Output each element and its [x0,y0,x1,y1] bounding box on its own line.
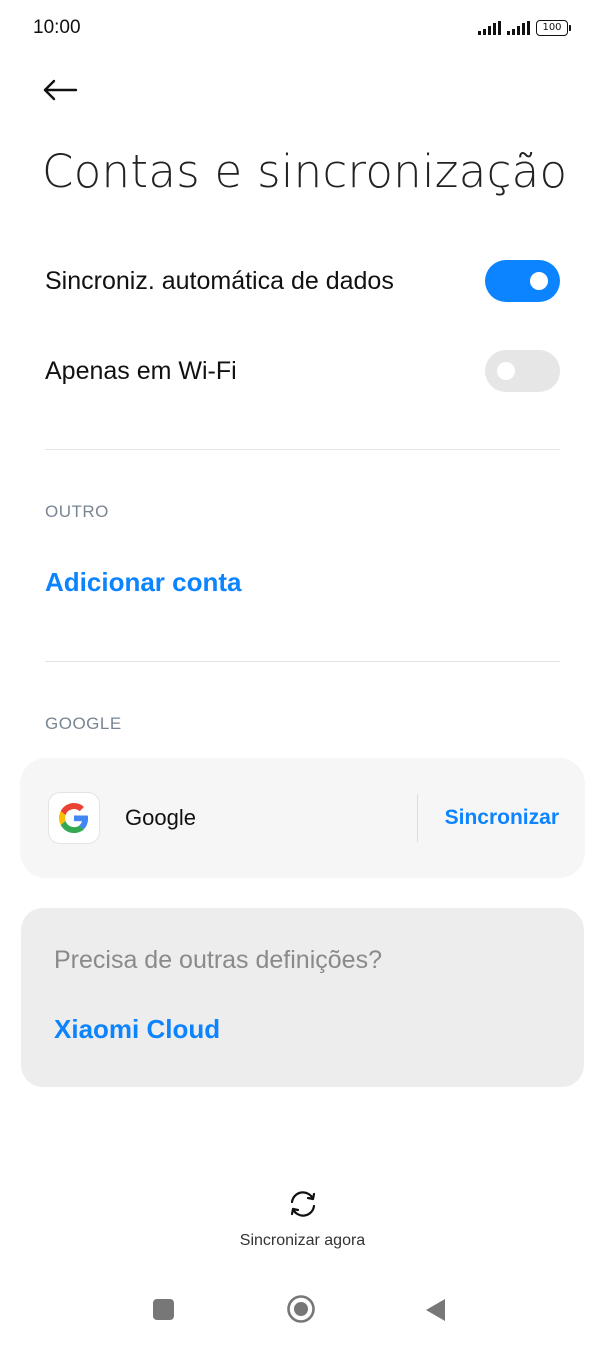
divider [45,661,560,662]
back-button[interactable] [40,72,80,112]
wifi-only-toggle[interactable] [485,350,560,392]
help-text: Precisa de outras definições? [54,946,382,974]
help-card: Precisa de outras definições? Xiaomi Clo… [21,908,584,1087]
card-separator [417,794,418,842]
signal-icon [478,21,501,35]
back-nav-button[interactable] [424,1297,446,1323]
home-button[interactable] [286,1294,316,1324]
wifi-only-row[interactable]: Apenas em Wi-Fi [45,350,560,392]
recents-button[interactable] [153,1299,174,1320]
add-account-link[interactable]: Adicionar conta [45,567,241,598]
sync-icon [290,1191,315,1217]
status-time: 10:00 [33,17,81,38]
auto-sync-row[interactable]: Sincroniz. automática de dados [45,260,560,302]
auto-sync-label: Sincroniz. automática de dados [45,266,394,295]
signal-icon-2 [507,21,530,35]
divider [45,449,560,450]
sync-now-label: Sincronizar agora [239,1232,366,1249]
auto-sync-toggle[interactable] [485,260,560,302]
sync-google-button[interactable]: Sincronizar [445,806,559,830]
battery-icon: 100 [536,20,571,36]
xiaomi-cloud-link[interactable]: Xiaomi Cloud [54,1014,220,1045]
wifi-only-label: Apenas em Wi-Fi [45,356,237,385]
section-header-google: GOOGLE [45,714,122,733]
section-header-other: OUTRO [45,502,109,521]
navigation-bar [0,1280,605,1340]
google-logo-icon [48,792,100,844]
arrow-left-icon [43,79,78,101]
sync-now-button[interactable]: Sincronizar agora [0,1188,605,1250]
status-bar: 10:00 100 [0,0,605,60]
battery-level: 100 [536,20,568,36]
page-title: Contas e sincronização [42,145,568,198]
status-icons: 100 [478,20,571,36]
google-account-name: Google [125,805,196,830]
google-account-card[interactable]: Google Sincronizar [20,758,585,878]
